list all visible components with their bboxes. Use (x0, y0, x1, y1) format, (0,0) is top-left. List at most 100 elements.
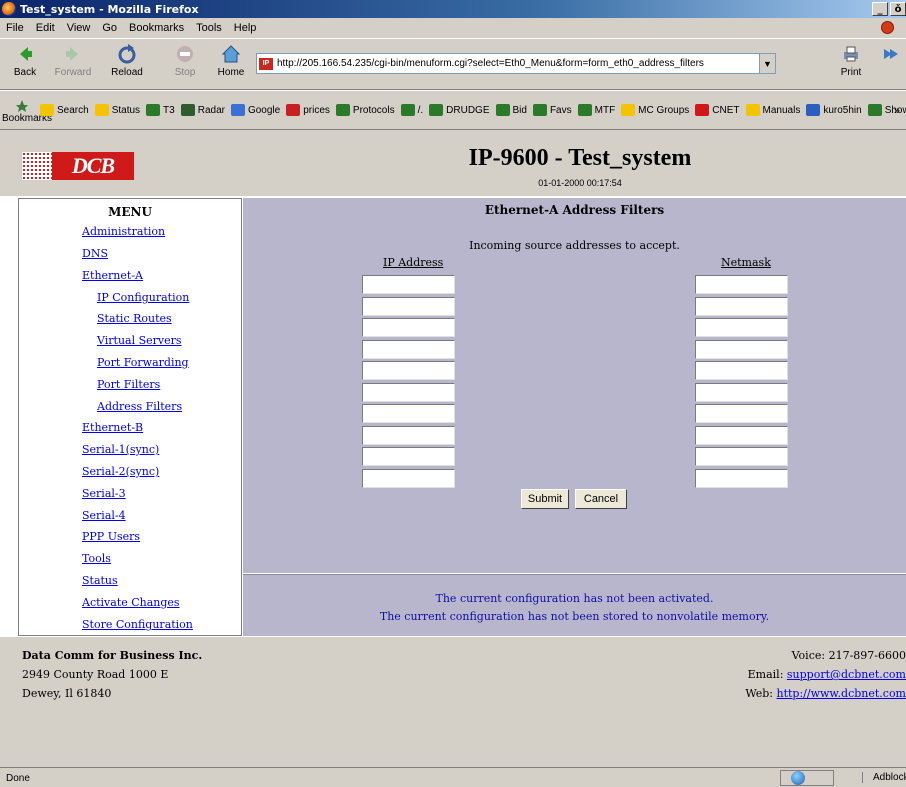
bookmark-item[interactable]: CNET (695, 104, 740, 116)
reload-button[interactable]: Reload (104, 43, 150, 78)
home-label: Home (217, 67, 245, 78)
web-line: Web: http://www.dcbnet.com (745, 687, 906, 700)
bookmark-item[interactable]: T3 (146, 104, 175, 116)
menu-link-port-filters[interactable]: Port Filters (97, 378, 160, 391)
menu-link-ethernet-a[interactable]: Ethernet-A (82, 269, 143, 282)
bookmark-icon (495, 104, 510, 116)
status-panel (780, 770, 834, 786)
url-text: http://205.166.54.235/cgi-bin/menuform.c… (277, 58, 704, 69)
ip-address-input[interactable] (362, 339, 455, 359)
netmask-input[interactable] (695, 404, 788, 423)
menu-link-store-configuration[interactable]: Store Configuration (82, 618, 193, 631)
menu-link-administration[interactable]: Administration (82, 225, 165, 238)
bookmark-label: Bid (512, 104, 527, 116)
adblock-button[interactable]: Adblock (862, 772, 906, 783)
bookmark-item[interactable]: kuro5hin (806, 104, 862, 116)
menu-link-tools[interactable]: Tools (82, 552, 111, 565)
menu-link-virtual-servers[interactable]: Virtual Servers (97, 334, 182, 347)
ip-address-input[interactable] (362, 275, 455, 294)
bookmark-item[interactable]: Google (230, 104, 281, 116)
bookmark-item[interactable]: MC Groups (621, 104, 689, 116)
ip-address-input[interactable] (362, 468, 455, 488)
netmask-input[interactable] (695, 361, 788, 380)
menu-tools[interactable]: Tools (190, 22, 228, 34)
ip-address-input[interactable] (362, 404, 455, 423)
reload-icon (118, 44, 136, 64)
menu-link-dns[interactable]: DNS (82, 247, 108, 260)
bookmark-item[interactable]: Search (40, 104, 89, 116)
ip-address-input[interactable] (362, 382, 455, 402)
netmask-input[interactable] (695, 447, 788, 466)
page-title: IP-9600 - Test_system (468, 145, 692, 171)
bookmark-label: Google (247, 104, 281, 116)
restore-button[interactable]: ǒ (890, 2, 906, 16)
ip-address-input[interactable] (362, 447, 455, 466)
menu-link-address-filters[interactable]: Address Filters (97, 400, 182, 413)
back-button[interactable]: Back (2, 43, 48, 78)
print-button[interactable]: Print (828, 43, 874, 78)
netmask-input[interactable] (695, 382, 788, 402)
bookmark-item[interactable]: /. (400, 104, 423, 116)
bookmark-icon (577, 104, 592, 116)
menu-go[interactable]: Go (96, 22, 123, 34)
bookmark-item[interactable]: Radar (180, 104, 225, 116)
bookmarks-button[interactable]: Bookmarks (2, 99, 52, 124)
bookmark-item[interactable]: Favs (532, 104, 572, 116)
logo-text: DCB (52, 152, 134, 180)
netmask-input[interactable] (695, 296, 788, 316)
ip-address-input[interactable] (362, 425, 455, 445)
bookmark-item[interactable]: Protocols (335, 104, 395, 116)
netmask-input[interactable] (695, 275, 788, 294)
menu-link-serial-1[interactable]: Serial-1(sync) (82, 443, 159, 456)
stop-button[interactable]: Stop (162, 43, 208, 78)
web-link[interactable]: http://www.dcbnet.com (777, 687, 906, 700)
ip-address-input[interactable] (362, 318, 455, 337)
bookmark-item[interactable]: prices (286, 104, 330, 116)
more-bookmarks-chevron[interactable]: » (894, 105, 900, 117)
forward-label: Forward (54, 67, 92, 78)
menu-link-activate-changes[interactable]: Activate Changes (82, 596, 180, 609)
menu-link-status[interactable]: Status (82, 574, 118, 587)
minimize-button[interactable]: _ (872, 2, 888, 16)
bookmark-item[interactable]: Manuals (745, 104, 800, 116)
bookmark-item[interactable]: DRUDGE (429, 104, 490, 116)
menu-help[interactable]: Help (228, 22, 263, 34)
voice-number: Voice: 217-897-6600 (791, 649, 906, 662)
bookmark-item[interactable]: MTF (577, 104, 615, 116)
bookmark-item[interactable]: ShowCookie (867, 104, 906, 116)
home-button[interactable]: Home (208, 43, 254, 78)
menu-link-static-routes[interactable]: Static Routes (97, 312, 172, 325)
menu-link-ppp-users[interactable]: PPP Users (82, 530, 140, 543)
menu-bookmarks[interactable]: Bookmarks (123, 22, 190, 34)
menu-link-serial-2[interactable]: Serial-2(sync) (82, 465, 159, 478)
page-date: 01-01-2000 00:17:54 (538, 178, 622, 188)
menu-link-port-forwarding[interactable]: Port Forwarding (97, 356, 189, 369)
menu-edit[interactable]: Edit (30, 22, 61, 34)
ip-address-input[interactable] (362, 361, 455, 380)
go-button[interactable] (874, 43, 904, 67)
netmask-input[interactable] (695, 339, 788, 359)
bookmark-item[interactable]: Bid (495, 104, 527, 116)
ip-address-input[interactable] (362, 296, 455, 316)
forward-button[interactable]: Forward (50, 43, 96, 78)
not-stored-message: The current configuration has not been s… (379, 610, 770, 623)
url-dropdown-icon[interactable]: ▼ (759, 54, 775, 73)
folder-icon (745, 104, 760, 116)
email-link[interactable]: support@dcbnet.com (787, 668, 906, 681)
menu-link-serial-3[interactable]: Serial-3 (82, 487, 126, 500)
menu-link-ethernet-b[interactable]: Ethernet-B (82, 421, 143, 434)
menu-view[interactable]: View (61, 22, 97, 34)
address-bar[interactable]: IP http://205.166.54.235/cgi-bin/menufor… (256, 53, 776, 74)
netmask-input[interactable] (695, 318, 788, 337)
bookmark-item[interactable]: Status (94, 104, 140, 116)
submit-button[interactable]: Submit (521, 489, 569, 509)
cancel-button[interactable]: Cancel (575, 489, 627, 509)
netmask-input[interactable] (695, 468, 788, 488)
menu-file[interactable]: File (0, 22, 30, 34)
menu-link-ip-configuration[interactable]: IP Configuration (97, 291, 189, 304)
menu-link-serial-4[interactable]: Serial-4 (82, 509, 126, 522)
netmask-input[interactable] (695, 425, 788, 445)
address-filter-form: Ethernet-A Address Filters Incoming sour… (243, 198, 906, 573)
status-bar: Done Adblock (0, 767, 906, 787)
bookmarks-star-icon (16, 100, 28, 112)
